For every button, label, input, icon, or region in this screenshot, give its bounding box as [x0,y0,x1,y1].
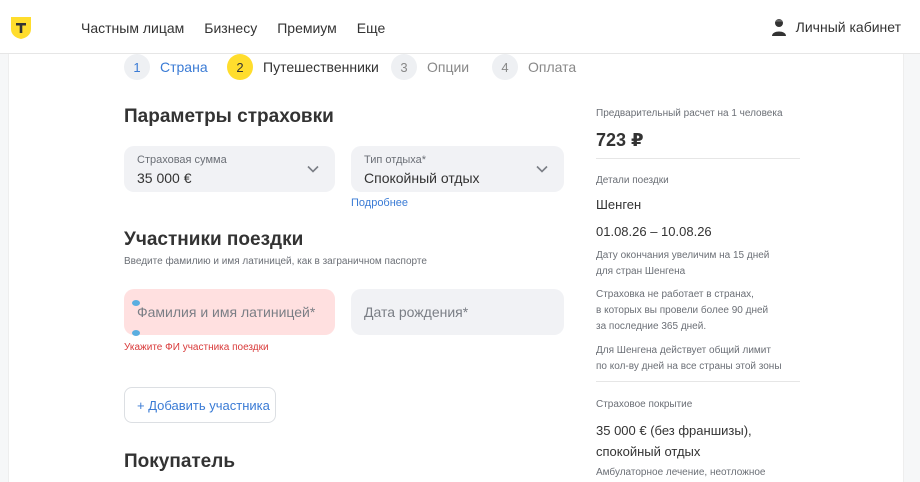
schengen-limit-note: Для Шенгена действует общий лимит по кол… [596,343,782,375]
dates-value: 01.08.26 – 10.08.26 [596,224,712,239]
name-error-message: Укажите ФИ участника поездки [124,342,269,353]
birth-date-input[interactable]: Дата рождения* [351,289,564,335]
step-label: Опции [427,59,470,75]
divider [596,158,800,159]
coverage-label: Страховое покрытие [596,399,693,410]
nav-item-premium[interactable]: Премиум [277,20,337,36]
params-title: Параметры страховки [124,106,334,127]
add-participant-button[interactable]: + Добавить участника [124,387,276,423]
step-country[interactable]: 1 Страна [124,54,208,80]
step-number: 2 [227,54,253,80]
step-label: Путешественники [263,59,379,75]
estimate-label: Предварительный расчет на 1 человека [596,108,783,119]
note-line: Для Шенгена действует общий лимит [596,345,771,356]
account-label: Личный кабинет [795,19,901,35]
select-value: Спокойный отдых [364,170,480,186]
selection-handle-icon[interactable] [132,330,140,336]
participants-title: Участники поездки [124,229,304,250]
chevron-down-icon [536,162,548,174]
buyer-title: Покупатель [124,451,236,472]
nav-item-business[interactable]: Бизнесу [204,20,257,36]
select-label: Тип отдыха* [364,154,427,166]
destination-value: Шенген [596,197,642,212]
step-number: 3 [391,54,417,80]
schengen-extension-note: Дату окончания увеличим на 15 дней для с… [596,248,769,280]
90-days-note: Страховка не работает в странах, в котор… [596,287,768,335]
main-nav: Частным лицам Бизнесу Премиум Еще [81,20,405,36]
divider [596,381,800,382]
step-label: Страна [160,59,208,75]
step-travellers: 2 Путешественники [227,54,379,80]
nav-item-more[interactable]: Еще [357,20,386,36]
step-options: 3 Опции [391,54,469,80]
coverage-line: 35 000 € (без франшизы), [596,423,752,438]
select-label: Страховая сумма [137,154,227,166]
note-line: Дату окончания увеличим на 15 дней [596,250,770,261]
note-line: за последние 365 дней. [596,321,707,332]
coverage-line: спокойный отдых [596,444,701,459]
insurance-sum-select[interactable]: Страховая сумма 35 000 € [124,146,335,192]
top-header: Частным лицам Бизнесу Премиум Еще Личный… [0,0,920,54]
main-card: 1 Страна 2 Путешественники 3 Опции 4 Опл… [8,54,904,482]
nav-item-private[interactable]: Частным лицам [81,20,184,36]
coverage-value: 35 000 € (без франшизы), спокойный отдых [596,420,752,462]
note-line: по кол-ву дней на все страны этой зоны [596,361,782,372]
name-latin-input[interactable]: Фамилия и имя латиницей* [124,289,335,336]
note-line: для стран Шенгена [596,266,686,277]
note-line: в которых вы провели более 90 дней [596,305,769,316]
input-placeholder: Фамилия и имя латиницей* [137,304,316,320]
bank-logo-icon[interactable] [10,16,32,40]
coverage-more-text: Амбулаторное лечение, неотложное [596,467,766,478]
trip-details-label: Детали поездки [596,175,669,186]
input-placeholder: Дата рождения* [364,304,469,320]
select-value: 35 000 € [137,170,192,186]
account-link[interactable]: Личный кабинет [771,18,901,36]
step-label: Оплата [528,59,577,75]
step-payment: 4 Оплата [492,54,576,80]
step-number: 1 [124,54,150,80]
price-value: 723 ₽ [596,130,644,150]
step-number: 4 [492,54,518,80]
more-info-link[interactable]: Подробнее [351,197,408,209]
user-icon [771,18,787,36]
chevron-down-icon [307,162,319,174]
vacation-type-select[interactable]: Тип отдыха* Спокойный отдых [351,146,564,192]
selection-handle-icon[interactable] [132,300,140,306]
note-line: Страховка не работает в странах, [596,289,754,300]
participants-hint: Введите фамилию и имя латиницей, как в з… [124,256,427,267]
